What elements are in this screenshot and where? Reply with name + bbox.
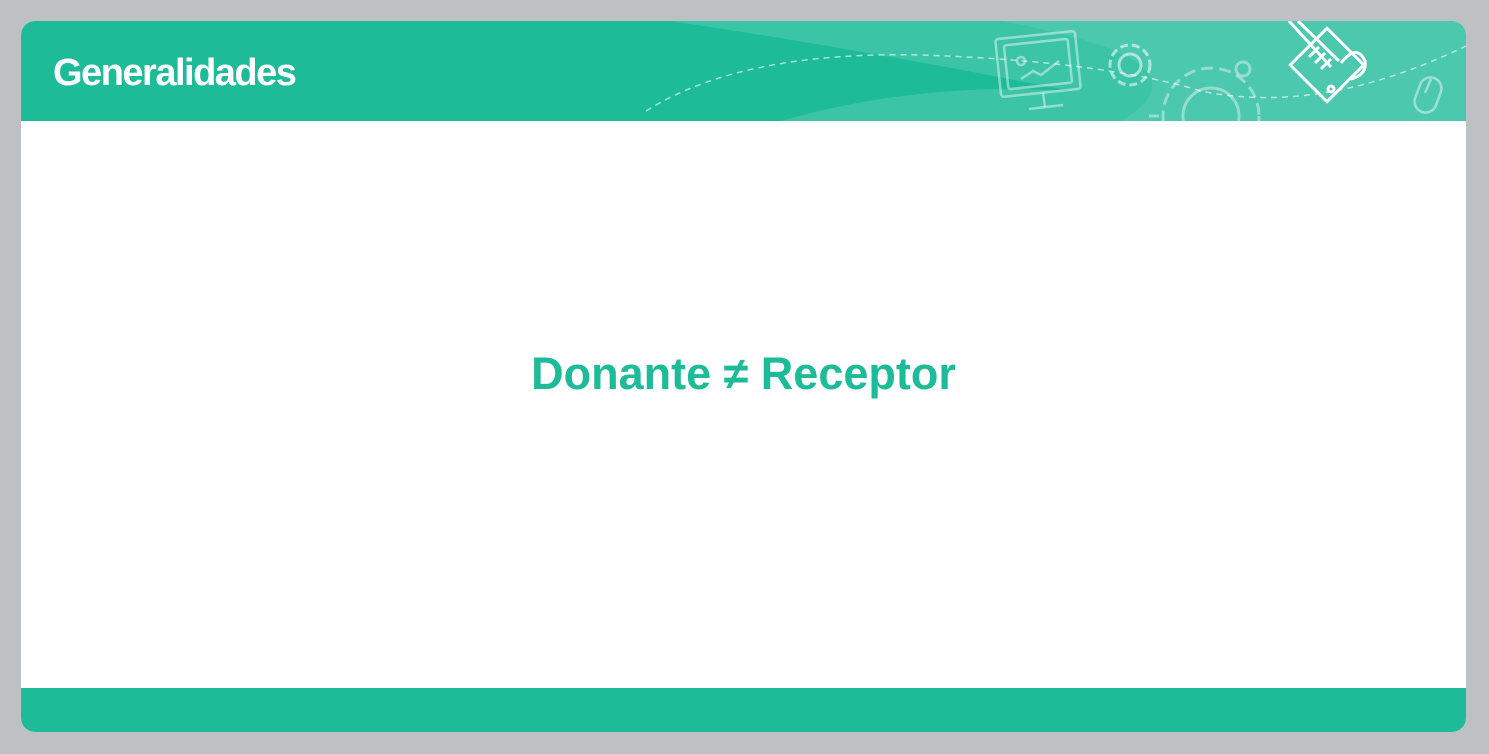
- slide-header: Generalidades: [21, 21, 1466, 121]
- slide-footer: [21, 688, 1466, 732]
- page-title: Generalidades: [53, 52, 297, 94]
- slide: Generalidades Donante ≠ Receptor: [21, 21, 1466, 732]
- main-statement: Donante ≠ Receptor: [531, 348, 956, 399]
